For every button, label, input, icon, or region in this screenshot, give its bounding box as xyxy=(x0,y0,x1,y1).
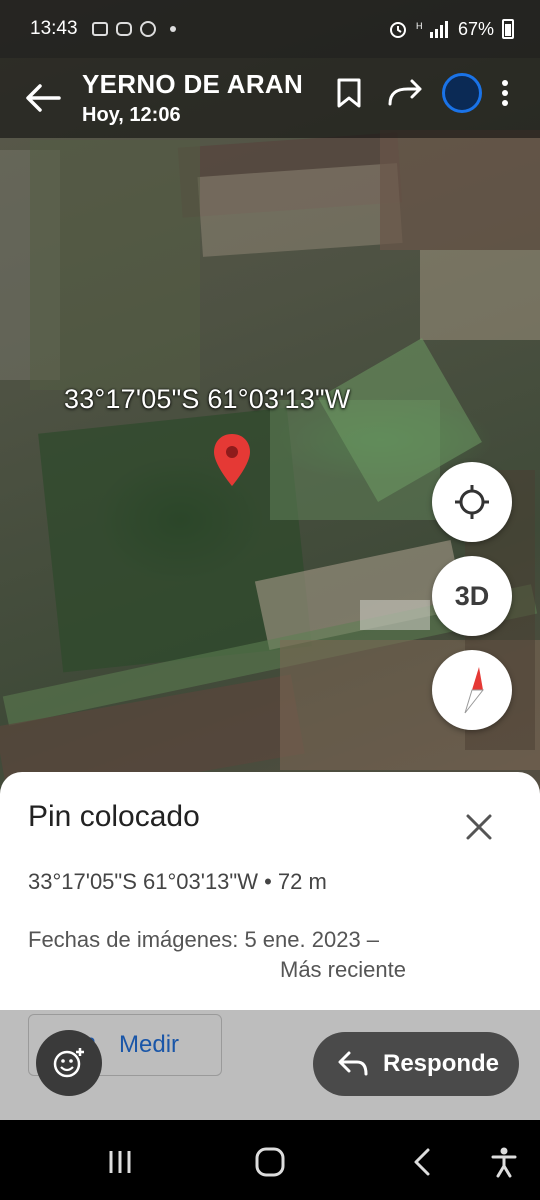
pin-coordinates: 33°17'05"S 61°03'13"W • 72 m xyxy=(28,869,327,894)
system-nav-bar xyxy=(0,1120,540,1200)
3d-button[interactable]: 3D xyxy=(432,556,512,636)
recent-apps-button[interactable] xyxy=(100,1142,140,1182)
home-icon xyxy=(255,1147,285,1177)
compass-icon xyxy=(464,667,485,714)
back-button[interactable] xyxy=(8,63,78,133)
my-location-button[interactable] xyxy=(432,462,512,542)
imagery-dates-recent: Más reciente xyxy=(280,957,406,982)
crosshair-icon xyxy=(455,485,489,519)
emoji-reaction-button[interactable] xyxy=(36,1030,102,1096)
sheet-title: Pin colocado xyxy=(28,800,200,833)
dot-icon xyxy=(169,26,176,32)
svg-text:H: H xyxy=(416,21,423,31)
forward-arrow-icon xyxy=(388,79,422,106)
location-title: YERNO DE ARAN xyxy=(82,69,304,99)
reply-button[interactable]: Responde xyxy=(313,1032,519,1096)
close-icon[interactable] xyxy=(462,810,496,844)
alarm-icon xyxy=(389,22,406,38)
battery-icon xyxy=(502,19,514,39)
accessibility-icon xyxy=(491,1147,517,1178)
accessibility-button[interactable] xyxy=(484,1142,524,1182)
bookmark-button[interactable] xyxy=(330,68,368,118)
more-options-button[interactable] xyxy=(500,68,510,118)
compass-button[interactable] xyxy=(432,650,512,730)
gallery-icon xyxy=(91,22,108,36)
nav-back-button[interactable] xyxy=(402,1142,442,1182)
user-avatar[interactable] xyxy=(442,73,482,113)
home-button[interactable] xyxy=(250,1142,290,1182)
chevron-left-icon xyxy=(414,1148,430,1176)
status-bar: 13:43 H 67% xyxy=(0,0,540,58)
pin-info-sheet: Pin colocado 33°17'05"S 61°03'13"W • 72 … xyxy=(0,772,540,1010)
battery-percent: 67% xyxy=(457,18,494,39)
imagery-dates: Fechas de imágenes: 5 ene. 2023 – Más re… xyxy=(28,925,406,985)
date-subtitle: Hoy, 12:06 xyxy=(82,104,181,126)
status-time: 13:43 xyxy=(30,18,78,39)
reply-icon xyxy=(338,1051,368,1076)
reply-label: Responde xyxy=(383,1050,500,1077)
measure-label: Medir xyxy=(119,1031,180,1058)
imagery-dates-prefix: Fechas de imágenes: 5 ene. 2023 – xyxy=(28,927,380,952)
forward-button[interactable] xyxy=(386,68,424,118)
more-vert-icon xyxy=(502,80,508,106)
bookmark-icon xyxy=(337,78,361,108)
pin-coordinate-label: 33°17'05"S 61°03'13"W xyxy=(64,384,351,414)
recent-apps-icon xyxy=(109,1151,131,1173)
arrow-left-icon xyxy=(26,84,61,112)
chrome-icon xyxy=(139,21,156,37)
youtube-icon xyxy=(115,22,132,36)
signal-icon: H xyxy=(416,21,448,38)
action-area: Medir Responde xyxy=(0,1010,540,1120)
map-pin-icon[interactable] xyxy=(212,432,252,488)
top-app-bar: YERNO DE ARAN Hoy, 12:06 xyxy=(0,58,540,138)
add-emoji-icon xyxy=(53,1048,84,1078)
